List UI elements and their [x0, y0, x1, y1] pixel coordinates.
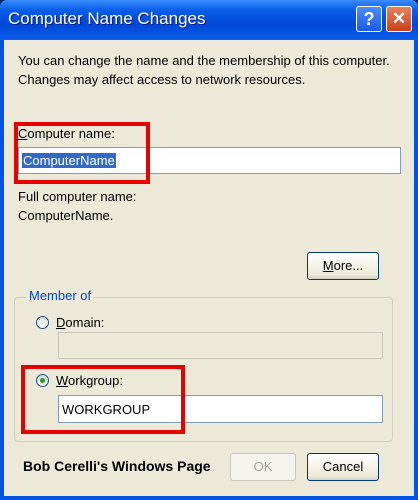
close-icon: ✕ [391, 9, 407, 28]
full-computer-name-label: Full computer name: [18, 189, 137, 204]
dialog-window: Computer Name Changes ? ✕ You can change… [0, 0, 418, 500]
cancel-button[interactable]: Cancel [307, 453, 379, 481]
more-button-accel: M [322, 258, 334, 273]
ok-button[interactable]: OK [230, 453, 296, 481]
computer-name-highlight-box [14, 122, 150, 184]
domain-input [58, 332, 383, 359]
domain-label[interactable]: Domain: [56, 313, 104, 332]
domain-radio[interactable] [36, 316, 49, 329]
title-bar[interactable]: Computer Name Changes ? ✕ [0, 0, 418, 40]
member-of-title: Member of [26, 288, 95, 303]
more-button[interactable]: More... [307, 252, 379, 280]
domain-label-rest: omain: [65, 315, 105, 330]
dialog-body: You can change the name and the membersh… [4, 40, 414, 496]
watermark-text: Bob Cerelli's Windows Page [23, 458, 211, 474]
close-button[interactable]: ✕ [386, 6, 412, 32]
full-computer-name-value: ComputerName. [18, 208, 114, 223]
window-title: Computer Name Changes [8, 9, 206, 28]
intro-text: You can change the name and the membersh… [18, 53, 390, 87]
help-button[interactable]: ? [356, 6, 382, 32]
more-button-rest: ore... [333, 258, 364, 273]
help-icon: ? [363, 8, 375, 29]
workgroup-highlight-box [21, 365, 185, 434]
domain-label-accel: D [56, 315, 66, 330]
